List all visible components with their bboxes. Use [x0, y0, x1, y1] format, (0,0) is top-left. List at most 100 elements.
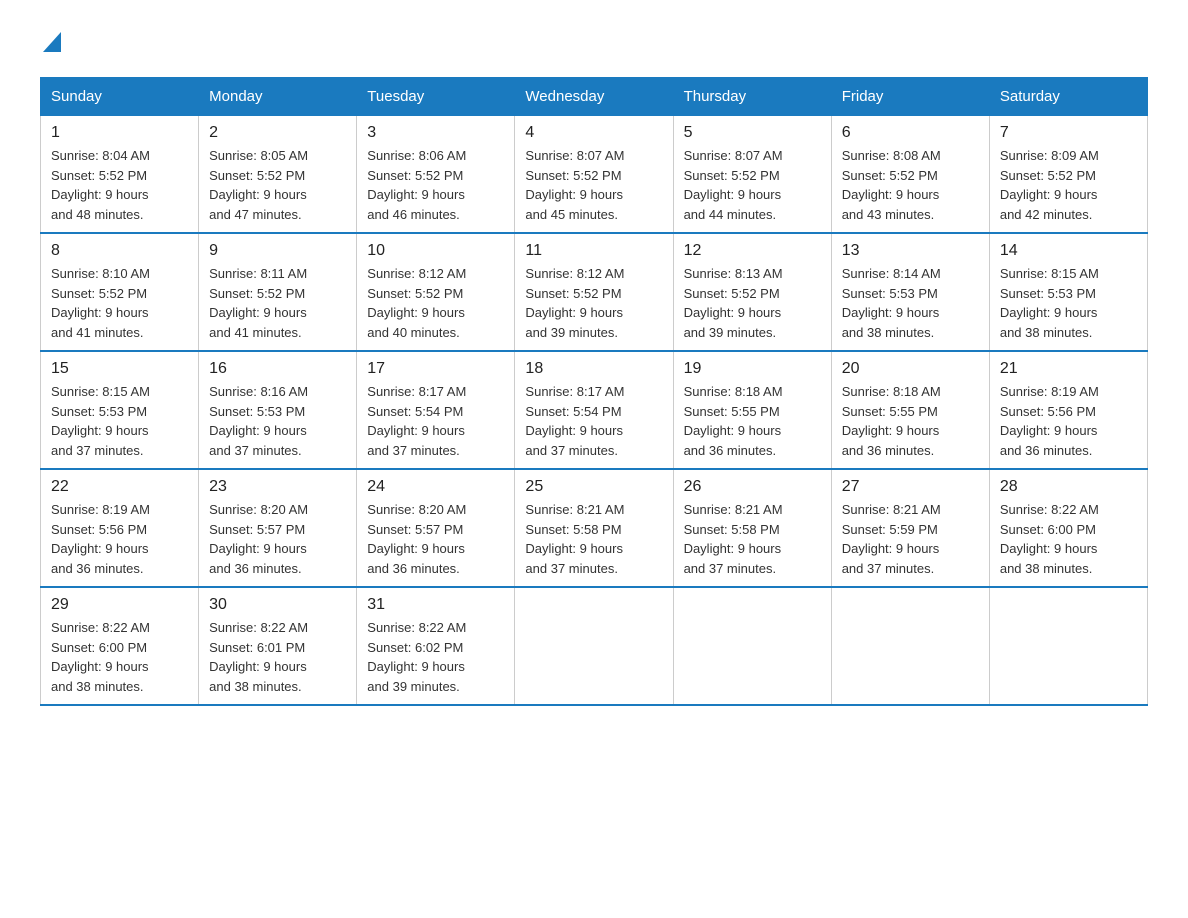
header-cell-monday: Monday — [199, 78, 357, 116]
day-cell: 21 Sunrise: 8:19 AM Sunset: 5:56 PM Dayli… — [989, 351, 1147, 469]
day-number: 17 — [367, 360, 504, 378]
day-cell: 20 Sunrise: 8:18 AM Sunset: 5:55 PM Dayli… — [831, 351, 989, 469]
day-number: 24 — [367, 478, 504, 496]
day-number: 2 — [209, 124, 346, 142]
day-cell — [989, 587, 1147, 705]
day-cell: 8 Sunrise: 8:10 AM Sunset: 5:52 PM Daylig… — [41, 233, 199, 351]
header-cell-friday: Friday — [831, 78, 989, 116]
day-info: Sunrise: 8:16 AM Sunset: 5:53 PM Dayligh… — [209, 382, 346, 460]
day-number: 23 — [209, 478, 346, 496]
day-number: 30 — [209, 596, 346, 614]
day-number: 27 — [842, 478, 979, 496]
day-number: 14 — [1000, 242, 1137, 260]
day-info: Sunrise: 8:21 AM Sunset: 5:58 PM Dayligh… — [684, 500, 821, 578]
day-info: Sunrise: 8:06 AM Sunset: 5:52 PM Dayligh… — [367, 146, 504, 224]
day-info: Sunrise: 8:12 AM Sunset: 5:52 PM Dayligh… — [367, 264, 504, 342]
day-cell: 18Sunrise: 8:17 AM Sunset: 5:54 PM Dayli… — [515, 351, 673, 469]
day-cell: 29 Sunrise: 8:22 AM Sunset: 6:00 PM Dayli… — [41, 587, 199, 705]
day-number: 25 — [525, 478, 662, 496]
header-row: SundayMondayTuesdayWednesdayThursdayFrid… — [41, 78, 1148, 116]
day-info: Sunrise: 8:20 AM Sunset: 5:57 PM Dayligh… — [209, 500, 346, 578]
day-info: Sunrise: 8:22 AM Sunset: 6:00 PM Dayligh… — [1000, 500, 1137, 578]
day-number: 11 — [525, 242, 662, 260]
day-number: 7 — [1000, 124, 1137, 142]
week-row-1: 1 Sunrise: 8:04 AM Sunset: 5:52 PM Daylig… — [41, 116, 1148, 234]
day-cell: 19 Sunrise: 8:18 AM Sunset: 5:55 PM Dayli… — [673, 351, 831, 469]
day-cell: 6Sunrise: 8:08 AM Sunset: 5:52 PM Daylig… — [831, 116, 989, 234]
day-number: 9 — [209, 242, 346, 260]
day-info: Sunrise: 8:17 AM Sunset: 5:54 PM Dayligh… — [367, 382, 504, 460]
day-number: 1 — [51, 124, 188, 142]
day-info: Sunrise: 8:05 AM Sunset: 5:52 PM Dayligh… — [209, 146, 346, 224]
day-info: Sunrise: 8:22 AM Sunset: 6:00 PM Dayligh… — [51, 618, 188, 696]
day-cell: 16 Sunrise: 8:16 AM Sunset: 5:53 PM Dayli… — [199, 351, 357, 469]
day-cell: 13 Sunrise: 8:14 AM Sunset: 5:53 PM Dayli… — [831, 233, 989, 351]
day-info: Sunrise: 8:19 AM Sunset: 5:56 PM Dayligh… — [51, 500, 188, 578]
day-cell: 1 Sunrise: 8:04 AM Sunset: 5:52 PM Daylig… — [41, 116, 199, 234]
day-number: 31 — [367, 596, 504, 614]
day-number: 28 — [1000, 478, 1137, 496]
day-info: Sunrise: 8:12 AM Sunset: 5:52 PM Dayligh… — [525, 264, 662, 342]
day-info: Sunrise: 8:15 AM Sunset: 5:53 PM Dayligh… — [51, 382, 188, 460]
day-cell: 4 Sunrise: 8:07 AM Sunset: 5:52 PM Daylig… — [515, 116, 673, 234]
day-cell: 25 Sunrise: 8:21 AM Sunset: 5:58 PM Dayli… — [515, 469, 673, 587]
day-cell: 14 Sunrise: 8:15 AM Sunset: 5:53 PM Dayli… — [989, 233, 1147, 351]
day-number: 3 — [367, 124, 504, 142]
day-number: 21 — [1000, 360, 1137, 378]
day-number: 12 — [684, 242, 821, 260]
day-number: 26 — [684, 478, 821, 496]
day-number: 4 — [525, 124, 662, 142]
header-cell-tuesday: Tuesday — [357, 78, 515, 116]
day-number: 19 — [684, 360, 821, 378]
day-info: Sunrise: 8:15 AM Sunset: 5:53 PM Dayligh… — [1000, 264, 1137, 342]
day-cell: 7Sunrise: 8:09 AM Sunset: 5:52 PM Daylig… — [989, 116, 1147, 234]
day-cell: 24 Sunrise: 8:20 AM Sunset: 5:57 PM Dayli… — [357, 469, 515, 587]
day-cell: 10 Sunrise: 8:12 AM Sunset: 5:52 PM Dayli… — [357, 233, 515, 351]
day-cell: 2 Sunrise: 8:05 AM Sunset: 5:52 PM Daylig… — [199, 116, 357, 234]
day-cell: 3 Sunrise: 8:06 AM Sunset: 5:52 PM Daylig… — [357, 116, 515, 234]
day-info: Sunrise: 8:13 AM Sunset: 5:52 PM Dayligh… — [684, 264, 821, 342]
day-number: 16 — [209, 360, 346, 378]
logo-triangle-icon — [43, 32, 61, 57]
day-cell: 5 Sunrise: 8:07 AM Sunset: 5:52 PM Daylig… — [673, 116, 831, 234]
day-cell: 30 Sunrise: 8:22 AM Sunset: 6:01 PM Dayli… — [199, 587, 357, 705]
header-cell-thursday: Thursday — [673, 78, 831, 116]
day-info: Sunrise: 8:18 AM Sunset: 5:55 PM Dayligh… — [684, 382, 821, 460]
day-info: Sunrise: 8:08 AM Sunset: 5:52 PM Dayligh… — [842, 146, 979, 224]
day-info: Sunrise: 8:22 AM Sunset: 6:02 PM Dayligh… — [367, 618, 504, 696]
day-info: Sunrise: 8:22 AM Sunset: 6:01 PM Dayligh… — [209, 618, 346, 696]
day-info: Sunrise: 8:20 AM Sunset: 5:57 PM Dayligh… — [367, 500, 504, 578]
day-number: 13 — [842, 242, 979, 260]
day-number: 8 — [51, 242, 188, 260]
day-cell: 22 Sunrise: 8:19 AM Sunset: 5:56 PM Dayli… — [41, 469, 199, 587]
day-info: Sunrise: 8:14 AM Sunset: 5:53 PM Dayligh… — [842, 264, 979, 342]
day-cell: 26 Sunrise: 8:21 AM Sunset: 5:58 PM Dayli… — [673, 469, 831, 587]
day-info: Sunrise: 8:18 AM Sunset: 5:55 PM Dayligh… — [842, 382, 979, 460]
header-cell-saturday: Saturday — [989, 78, 1147, 116]
header-cell-wednesday: Wednesday — [515, 78, 673, 116]
day-number: 18 — [525, 360, 662, 378]
calendar-header: SundayMondayTuesdayWednesdayThursdayFrid… — [41, 78, 1148, 116]
day-info: Sunrise: 8:07 AM Sunset: 5:52 PM Dayligh… — [525, 146, 662, 224]
day-info: Sunrise: 8:07 AM Sunset: 5:52 PM Dayligh… — [684, 146, 821, 224]
day-info: Sunrise: 8:04 AM Sunset: 5:52 PM Dayligh… — [51, 146, 188, 224]
day-cell: 17 Sunrise: 8:17 AM Sunset: 5:54 PM Dayli… — [357, 351, 515, 469]
week-row-2: 8 Sunrise: 8:10 AM Sunset: 5:52 PM Daylig… — [41, 233, 1148, 351]
day-cell: 12 Sunrise: 8:13 AM Sunset: 5:52 PM Dayli… — [673, 233, 831, 351]
week-row-3: 15Sunrise: 8:15 AM Sunset: 5:53 PM Dayli… — [41, 351, 1148, 469]
day-info: Sunrise: 8:19 AM Sunset: 5:56 PM Dayligh… — [1000, 382, 1137, 460]
day-info: Sunrise: 8:21 AM Sunset: 5:58 PM Dayligh… — [525, 500, 662, 578]
day-info: Sunrise: 8:11 AM Sunset: 5:52 PM Dayligh… — [209, 264, 346, 342]
day-cell — [515, 587, 673, 705]
day-number: 29 — [51, 596, 188, 614]
day-number: 5 — [684, 124, 821, 142]
day-number: 22 — [51, 478, 188, 496]
day-cell — [831, 587, 989, 705]
day-cell — [673, 587, 831, 705]
week-row-4: 22 Sunrise: 8:19 AM Sunset: 5:56 PM Dayli… — [41, 469, 1148, 587]
day-number: 10 — [367, 242, 504, 260]
day-info: Sunrise: 8:10 AM Sunset: 5:52 PM Dayligh… — [51, 264, 188, 342]
day-number: 20 — [842, 360, 979, 378]
day-cell: 31 Sunrise: 8:22 AM Sunset: 6:02 PM Dayli… — [357, 587, 515, 705]
week-row-5: 29 Sunrise: 8:22 AM Sunset: 6:00 PM Dayli… — [41, 587, 1148, 705]
